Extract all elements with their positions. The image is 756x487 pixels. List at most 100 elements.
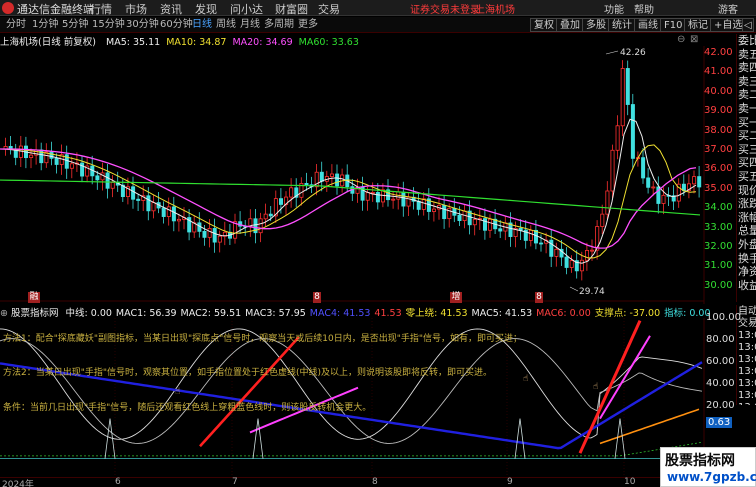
menu-faxian[interactable]: 发现 xyxy=(195,1,217,17)
order-book-row: 涨幅 xyxy=(738,210,756,224)
price-tick-label: 31.00 xyxy=(704,260,733,272)
indicator-tick-label: 60.00 xyxy=(706,356,735,367)
period-fenshi[interactable]: 分时 xyxy=(4,18,28,32)
candle xyxy=(202,230,207,238)
stats-button[interactable]: 统计 xyxy=(608,18,636,32)
candle xyxy=(692,176,697,185)
candle xyxy=(136,198,141,201)
period-5min[interactable]: 5分钟 xyxy=(60,18,90,32)
period-weekly[interactable]: 周线 xyxy=(214,18,238,32)
period-15min[interactable]: 15分钟 xyxy=(90,18,127,32)
candle xyxy=(335,173,340,187)
watermark: 股票指标网 www.7gpzb.com xyxy=(660,447,756,487)
candle xyxy=(375,192,380,203)
stock-tag: 上海机场 xyxy=(475,5,515,16)
order-book-row: 收益 xyxy=(738,278,756,292)
menu-shichang[interactable]: 市场 xyxy=(125,1,147,17)
candle xyxy=(207,228,212,238)
maximize-icon[interactable]: ⊠ xyxy=(690,34,698,45)
candle xyxy=(212,228,217,243)
candle xyxy=(564,256,569,268)
indicator-tick-label: 40.00 xyxy=(706,378,735,389)
candle xyxy=(263,213,268,220)
candle xyxy=(365,192,370,201)
price-tick-label: 39.00 xyxy=(704,105,733,117)
signal-spike xyxy=(514,418,526,459)
series-line xyxy=(0,179,701,216)
menu-wenxiaoda[interactable]: 问小达 xyxy=(230,1,263,17)
marker-zeng[interactable]: 增 xyxy=(450,292,462,303)
candlestick-chart[interactable]: 42.26 29.74 xyxy=(0,46,736,304)
period-more[interactable]: 更多 xyxy=(296,18,320,32)
period-30min[interactable]: 30分钟 xyxy=(124,18,161,32)
candle xyxy=(585,250,590,261)
zoom-icon[interactable]: ⊖ xyxy=(677,34,685,45)
candle xyxy=(697,176,702,188)
menu-jiaoyi[interactable]: 交易 xyxy=(318,1,340,17)
indicator-header: ⊕ 股票指标网 中线: 0.00 MAC1: 56.39 MAC2: 59.51 MA… xyxy=(0,305,711,319)
candle xyxy=(488,218,493,231)
menu-gongneng[interactable]: 功能 xyxy=(604,1,624,16)
date-label-7: 7 xyxy=(232,477,238,487)
indicator-tick-label: 20.00 xyxy=(706,400,735,411)
period-1min[interactable]: 1分钟 xyxy=(30,18,60,32)
candle xyxy=(630,104,635,159)
candle xyxy=(151,202,156,212)
user-guest[interactable]: 游客 xyxy=(718,1,738,16)
signal-spike xyxy=(614,418,626,459)
marker-8b[interactable]: 8 xyxy=(535,292,543,303)
marker-8a[interactable]: 8 xyxy=(313,292,321,303)
order-book-row: 委比 xyxy=(738,34,756,47)
candle xyxy=(457,214,462,221)
menu-hangqing[interactable]: 行情 xyxy=(90,1,112,17)
marker-rong[interactable]: 融 xyxy=(28,292,40,303)
price-tick-label: 42.00 xyxy=(704,47,733,58)
price-tick-label: 36.00 xyxy=(704,163,733,175)
period-monthly[interactable]: 月线 xyxy=(238,18,262,32)
candle xyxy=(569,260,574,268)
candle xyxy=(391,198,396,201)
order-book-row: 卖五 xyxy=(738,47,756,61)
trade-login-notice[interactable]: 证券交易未登录 xyxy=(410,1,480,16)
candle xyxy=(651,186,656,189)
method2-note: 方法2：当某日出现"手指"信号时，观察其位置，如手指位置处于红色虚线(中线)及以… xyxy=(3,368,493,378)
candle xyxy=(54,157,59,165)
candle xyxy=(401,191,406,207)
order-book-row: 卖一 xyxy=(738,102,756,115)
condition-note: 条件：当前几日出现"手指"信号，随后还观看红色线上穿粗蓝色线时，则该股反转机会更… xyxy=(3,403,372,413)
candle xyxy=(304,183,309,186)
candle xyxy=(100,172,105,181)
candle xyxy=(482,218,487,231)
candle xyxy=(176,218,181,222)
price-tick-label: 38.00 xyxy=(704,124,733,136)
candle xyxy=(661,194,666,204)
order-book-row: 涨跌 xyxy=(738,197,756,211)
menu-zixun[interactable]: 资讯 xyxy=(160,1,182,17)
collapse-icon[interactable]: ◁ xyxy=(742,18,754,32)
f10-button[interactable]: F10 xyxy=(660,18,687,32)
candle xyxy=(110,182,115,189)
series-line xyxy=(0,148,697,249)
menu-caifuquan[interactable]: 财富圈 xyxy=(275,1,308,17)
overlay-button[interactable]: 叠加 xyxy=(556,18,584,32)
mark-button[interactable]: 标记 xyxy=(684,18,712,32)
candle xyxy=(605,190,610,215)
multi-stock-button[interactable]: 多股 xyxy=(582,18,610,32)
period-multi[interactable]: 多周期 xyxy=(262,18,296,32)
candle xyxy=(528,229,533,241)
candle xyxy=(217,235,222,243)
candle xyxy=(431,208,436,212)
add-watchlist-button[interactable]: +自选 xyxy=(710,18,747,32)
date-label-8: 8 xyxy=(372,477,378,487)
fuquan-button[interactable]: 复权 xyxy=(530,18,558,32)
period-daily[interactable]: 日线 xyxy=(190,18,214,32)
menu-bangzhu[interactable]: 帮助 xyxy=(634,1,654,16)
candle xyxy=(600,213,605,227)
candle xyxy=(69,163,74,169)
series-line xyxy=(599,335,651,420)
candle xyxy=(171,206,176,222)
candle xyxy=(641,157,646,179)
order-book-row: 买二 xyxy=(738,129,756,143)
candle xyxy=(329,173,334,177)
draw-line-button[interactable]: 画线 xyxy=(634,18,662,32)
